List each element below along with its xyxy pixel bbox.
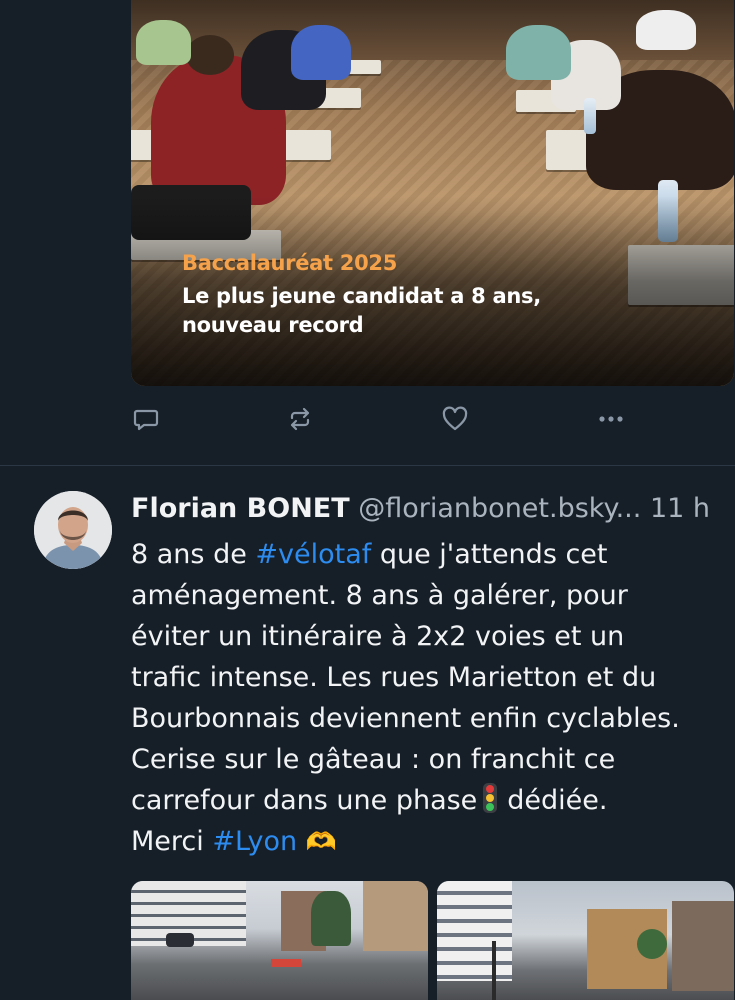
water-bottle	[584, 98, 596, 134]
more-options-button[interactable]	[596, 404, 626, 434]
image-overlay-subtitle-line: Le plus jeune candidat a 8 ans,	[182, 284, 541, 308]
image-overlay-title: Baccalauréat 2025	[182, 251, 398, 275]
avatar-portrait	[34, 491, 112, 569]
building	[363, 881, 428, 951]
post-text-line: éviter un itinéraire à 2x2 voies et un	[131, 621, 625, 652]
pole	[492, 941, 496, 1000]
image-overlay-subtitle-line: nouveau record	[182, 313, 364, 337]
post-image-street-2[interactable]	[437, 881, 734, 1000]
image-overlay-subtitle: Le plus jeune candidat a 8 ans, nouveau …	[182, 282, 642, 340]
post-text-segment: dédiée.	[507, 785, 608, 816]
post-timestamp[interactable]: 11 h	[650, 493, 710, 524]
post-text-line: Merci #Lyon 🫶	[131, 821, 735, 862]
reply-button[interactable]	[131, 404, 161, 434]
post-text-line: carrefour dans une phase dédiée.	[131, 780, 735, 821]
building	[437, 881, 512, 981]
traffic-light-icon	[483, 783, 498, 813]
post-divider	[0, 465, 735, 466]
like-button[interactable]	[440, 404, 470, 434]
post-text-line: Cerise sur le gâteau : on franchit ce	[131, 744, 616, 775]
author-name[interactable]: Florian BONET	[131, 493, 350, 524]
car	[166, 933, 194, 947]
speech-bubble-icon	[133, 409, 159, 431]
post-text-segment: carrefour dans une phase	[131, 785, 478, 816]
heart-icon	[442, 406, 468, 431]
barrier	[271, 959, 301, 967]
student	[506, 25, 571, 80]
heart-hands-emoji: 🫶	[305, 827, 337, 856]
hashtag-link[interactable]: #Lyon	[212, 826, 297, 857]
tree	[311, 891, 351, 946]
post-text-line: trafic intense. Les rues Marietton et du	[131, 662, 657, 693]
student	[136, 20, 191, 65]
post-image-street-1[interactable]	[131, 881, 428, 1000]
post-image-exam-hall[interactable]: Baccalauréat 2025 Le plus jeune candidat…	[131, 0, 734, 386]
student	[636, 10, 696, 50]
post-actions	[131, 404, 651, 444]
post-media-grid	[131, 881, 734, 1000]
post-text-segment: que j'attends cet	[371, 539, 608, 570]
student-head	[186, 35, 234, 75]
post-text-segment: 8 ans de	[131, 539, 256, 570]
ellipsis-icon	[599, 416, 623, 422]
building	[672, 901, 734, 991]
tree	[637, 929, 667, 959]
post-text-segment: Merci	[131, 826, 213, 857]
post-header: Florian BONET @florianbonet.bsky... 11 h	[131, 490, 735, 528]
post-text-line: 8 ans de #vélotaf que j'attends cet	[131, 534, 735, 575]
student	[291, 25, 351, 80]
avatar[interactable]	[34, 491, 112, 569]
post-text: 8 ans de #vélotaf que j'attends cet amén…	[131, 534, 735, 862]
repost-arrows-icon	[290, 407, 310, 431]
author-handle[interactable]: @florianbonet.bsky...	[358, 493, 641, 524]
repost-button[interactable]	[285, 404, 315, 434]
post-text-line: Bourbonnais deviennent enfin cyclables.	[131, 703, 680, 734]
hashtag-link[interactable]: #vélotaf	[255, 539, 371, 570]
post-text-line: aménagement. 8 ans à galérer, pour	[131, 580, 628, 611]
